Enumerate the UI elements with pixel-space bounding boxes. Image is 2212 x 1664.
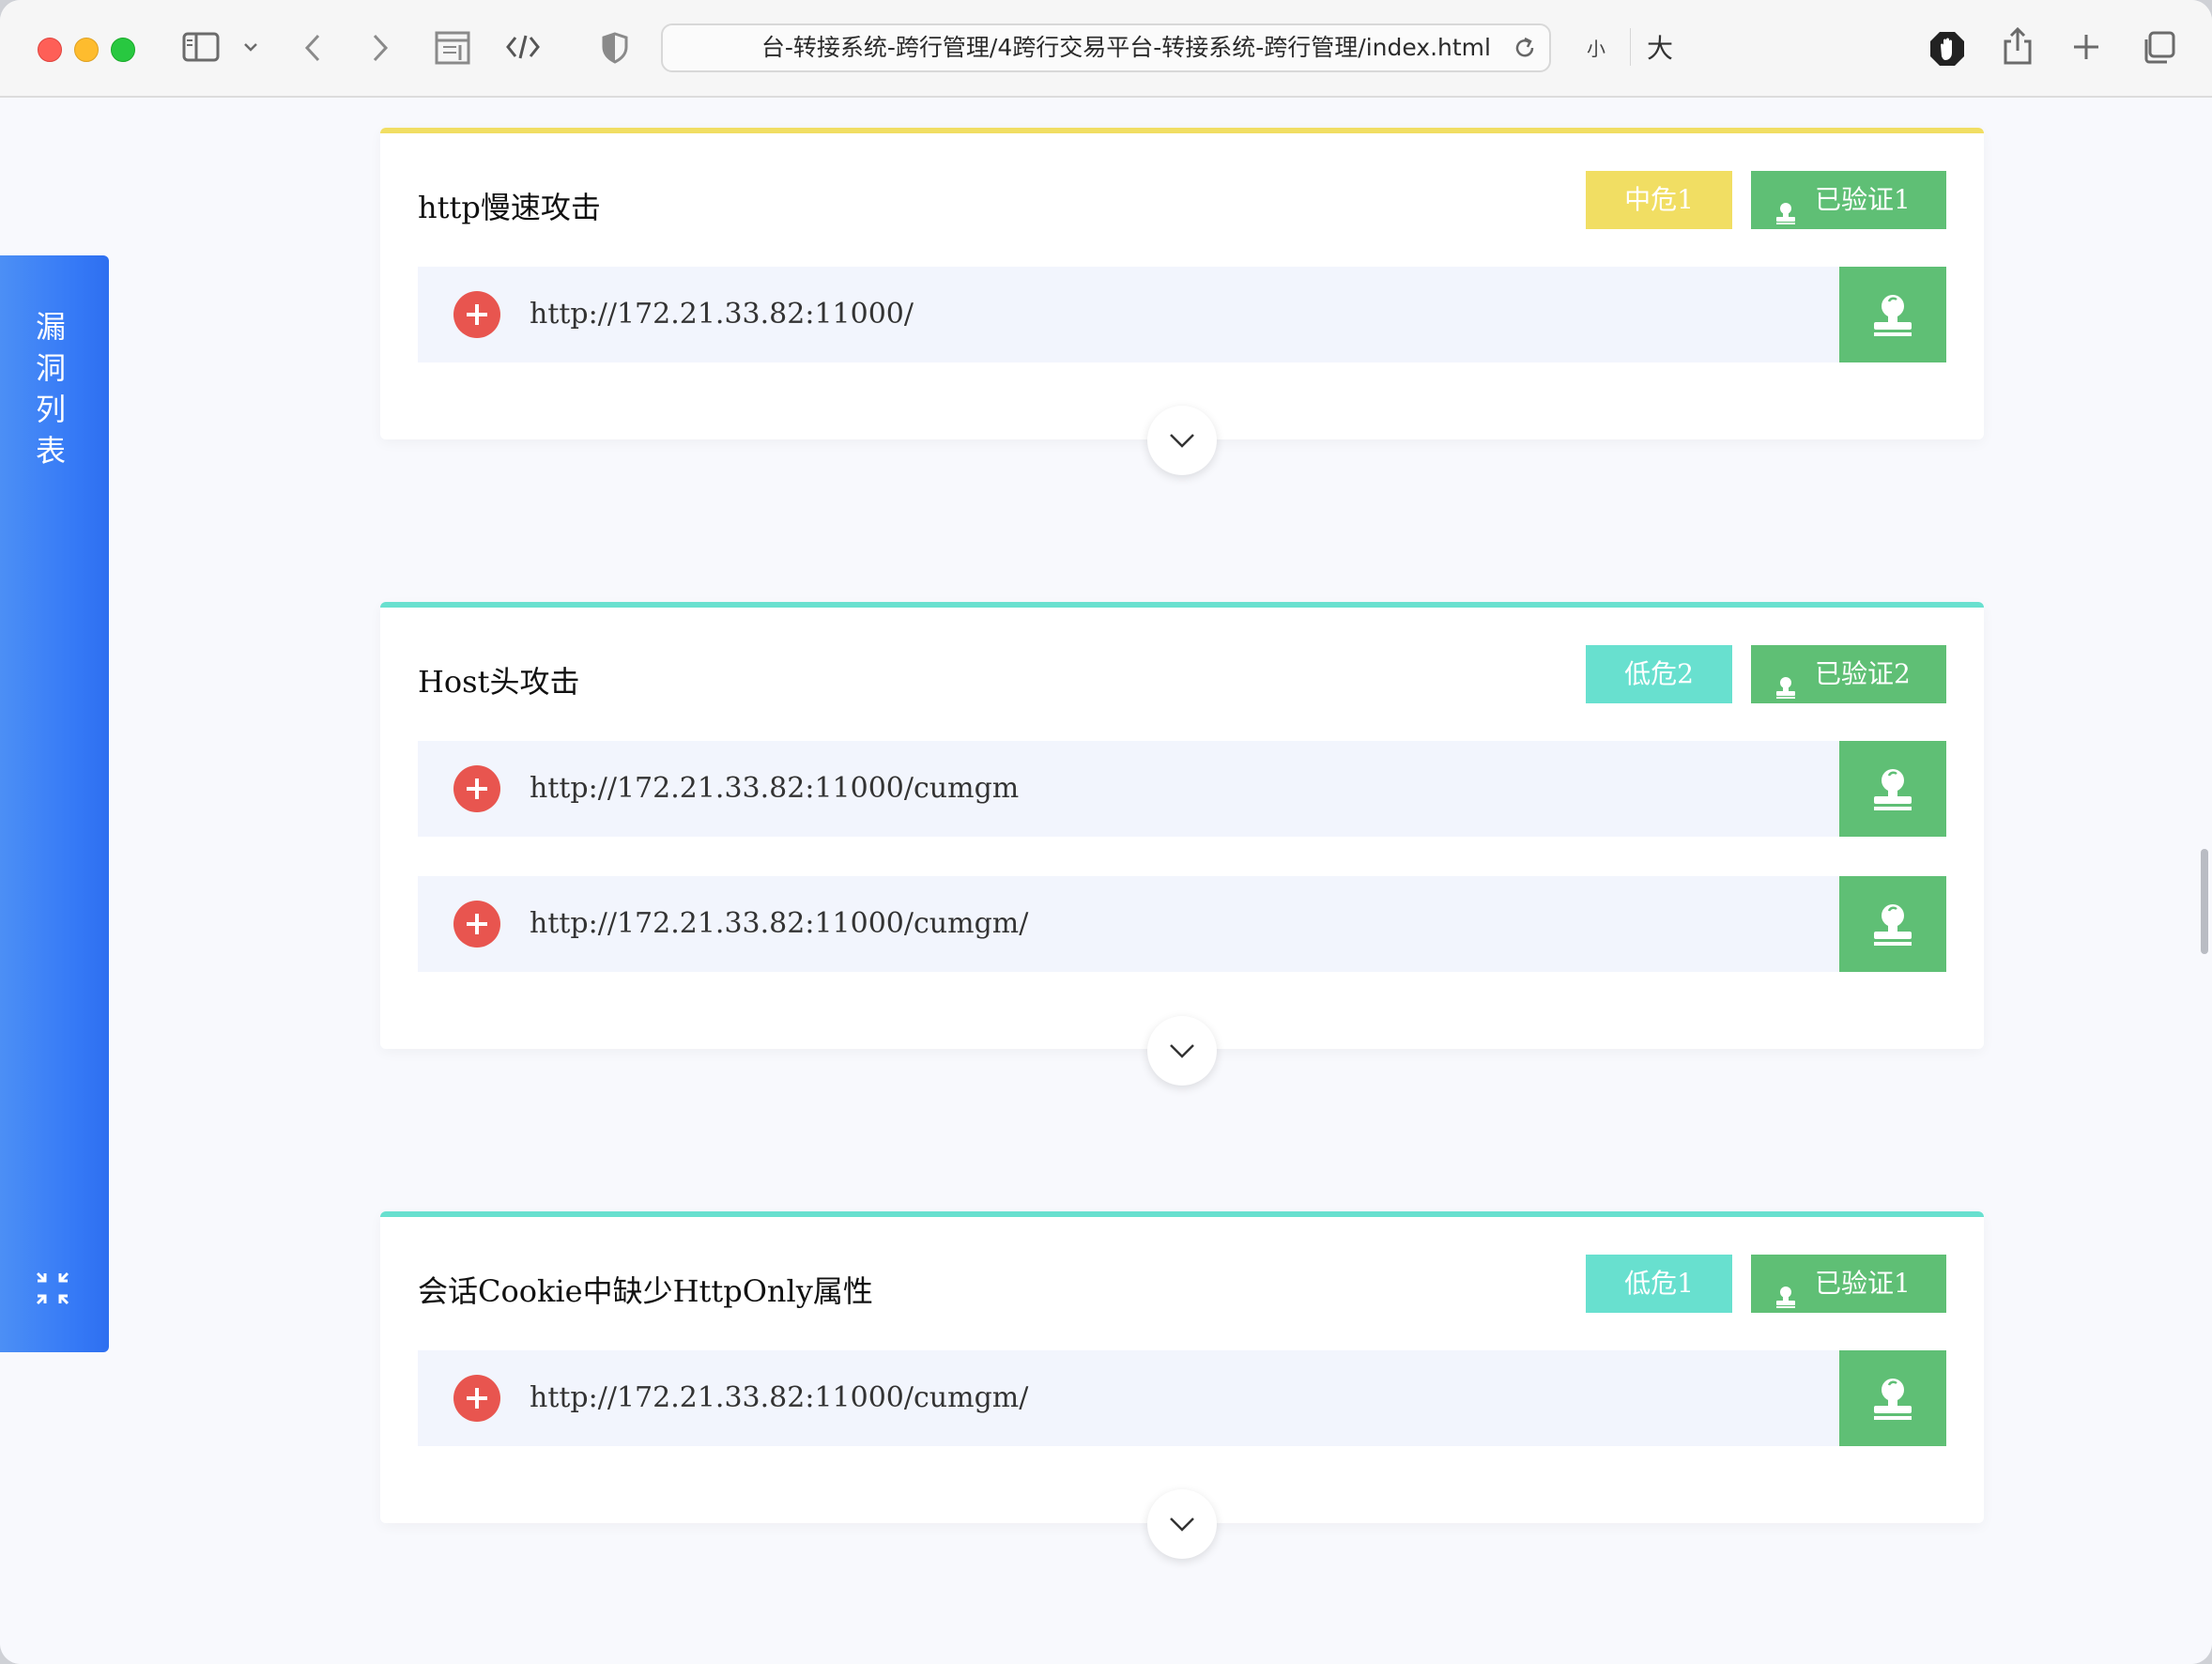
severity-badge[interactable]: 中危1 bbox=[1586, 171, 1732, 229]
add-icon[interactable] bbox=[453, 901, 500, 948]
vulnerability-title: 会话Cookie中缺少HttpOnly属性 bbox=[418, 1273, 873, 1309]
reload-icon[interactable] bbox=[1512, 35, 1538, 65]
verified-badge[interactable]: 已验证2 bbox=[1751, 645, 1946, 703]
verified-label: 已验证1 bbox=[1815, 1268, 1911, 1299]
verified-badge[interactable]: 已验证1 bbox=[1751, 171, 1946, 229]
vulnerability-list-panel[interactable]: 漏 洞 列 表 bbox=[0, 255, 109, 1352]
verified-stamp-icon bbox=[1774, 1271, 1798, 1330]
verified-stamp-icon bbox=[1774, 188, 1798, 246]
forward-icon[interactable] bbox=[370, 32, 391, 64]
panel-title-char: 表 bbox=[35, 433, 66, 469]
vulnerable-url: http://172.21.33.82:11000/ bbox=[530, 298, 914, 331]
vulnerable-url-row: http://172.21.33.82:11000/cumgm bbox=[418, 741, 1946, 837]
expand-button[interactable] bbox=[1147, 1016, 1217, 1086]
panel-title-char: 漏 bbox=[35, 309, 66, 345]
vulnerable-url-row: http://172.21.33.82:11000/cumgm/ bbox=[418, 1350, 1946, 1446]
verified-label: 已验证2 bbox=[1815, 658, 1911, 689]
severity-badge[interactable]: 低危1 bbox=[1586, 1255, 1732, 1313]
add-icon[interactable] bbox=[453, 1375, 500, 1422]
tabs-icon[interactable] bbox=[2141, 30, 2176, 66]
chevron-down-icon bbox=[1170, 1518, 1194, 1532]
verify-button[interactable] bbox=[1839, 1350, 1946, 1446]
vulnerable-url: http://172.21.33.82:11000/cumgm/ bbox=[530, 907, 1029, 940]
font-size-small-button[interactable]: 小 bbox=[1587, 34, 1605, 61]
severity-badge[interactable]: 低危2 bbox=[1586, 645, 1732, 703]
verify-stamp-icon bbox=[1874, 769, 1912, 810]
panel-title: 漏 洞 列 表 bbox=[0, 306, 101, 471]
vulnerable-url-row: http://172.21.33.82:11000/ bbox=[418, 267, 1946, 362]
vulnerability-title: http慢速攻击 bbox=[418, 190, 601, 225]
scrollbar[interactable] bbox=[2201, 849, 2208, 954]
collapse-icon[interactable] bbox=[34, 1270, 71, 1311]
verify-stamp-icon bbox=[1874, 904, 1912, 946]
share-icon[interactable] bbox=[2002, 26, 2034, 66]
page-content: 漏 洞 列 表 http慢速攻击 中危1 已验证1 http://172.21.… bbox=[0, 98, 2212, 1664]
new-tab-icon[interactable] bbox=[2071, 32, 2101, 62]
font-size-large-button[interactable]: 大 bbox=[1647, 28, 1673, 66]
code-icon[interactable] bbox=[505, 32, 541, 62]
severity-bar bbox=[380, 1211, 1984, 1217]
add-icon[interactable] bbox=[453, 765, 500, 812]
verify-stamp-icon bbox=[1874, 1379, 1912, 1420]
vulnerability-card: http慢速攻击 中危1 已验证1 http://172.21.33.82:11… bbox=[380, 128, 1984, 475]
vulnerable-url-row: http://172.21.33.82:11000/cumgm/ bbox=[418, 876, 1946, 972]
browser-toolbar: 台-转接系统-跨行管理/4跨行交易平台-转接系统-跨行管理/index.html… bbox=[0, 0, 2212, 98]
hand-icon[interactable] bbox=[1928, 30, 1966, 68]
verify-stamp-icon bbox=[1874, 295, 1912, 336]
expand-button[interactable] bbox=[1147, 1489, 1217, 1559]
close-window-button[interactable] bbox=[38, 38, 62, 62]
browser-window: 台-转接系统-跨行管理/4跨行交易平台-转接系统-跨行管理/index.html… bbox=[0, 0, 2212, 1664]
minimize-window-button[interactable] bbox=[74, 38, 99, 62]
verified-label: 已验证1 bbox=[1815, 184, 1911, 215]
severity-bar bbox=[380, 128, 1984, 133]
vulnerability-card: Host头攻击 低危2 已验证2 http://172.21.33.82:110… bbox=[380, 602, 1984, 1086]
verify-button[interactable] bbox=[1839, 876, 1946, 972]
severity-bar bbox=[380, 602, 1984, 608]
vulnerability-card: 会话Cookie中缺少HttpOnly属性 低危1 已验证1 http://17… bbox=[380, 1211, 1984, 1559]
reader-icon[interactable] bbox=[434, 30, 471, 66]
address-url: 台-转接系统-跨行管理/4跨行交易平台-转接系统-跨行管理/index.html bbox=[760, 34, 1491, 61]
expand-button[interactable] bbox=[1147, 406, 1217, 475]
verified-badge[interactable]: 已验证1 bbox=[1751, 1255, 1946, 1313]
verify-button[interactable] bbox=[1839, 741, 1946, 837]
verify-button[interactable] bbox=[1839, 267, 1946, 362]
add-icon[interactable] bbox=[453, 291, 500, 338]
shield-icon[interactable] bbox=[601, 32, 629, 64]
vulnerability-title: Host头攻击 bbox=[418, 664, 580, 700]
verified-stamp-icon bbox=[1774, 662, 1798, 720]
chevron-down-icon bbox=[1170, 434, 1194, 448]
vulnerable-url: http://172.21.33.82:11000/cumgm bbox=[530, 772, 1020, 805]
chevron-down-icon bbox=[1170, 1044, 1194, 1058]
font-size-divider bbox=[1630, 28, 1631, 66]
sidebar-icon[interactable] bbox=[182, 32, 220, 62]
back-icon[interactable] bbox=[302, 32, 323, 64]
vulnerable-url: http://172.21.33.82:11000/cumgm/ bbox=[530, 1381, 1029, 1414]
chevron-down-icon[interactable] bbox=[242, 41, 259, 53]
zoom-window-button[interactable] bbox=[111, 38, 135, 62]
panel-title-char: 洞 bbox=[35, 350, 66, 386]
address-bar[interactable]: 台-转接系统-跨行管理/4跨行交易平台-转接系统-跨行管理/index.html bbox=[661, 23, 1551, 72]
panel-title-char: 列 bbox=[35, 392, 66, 427]
